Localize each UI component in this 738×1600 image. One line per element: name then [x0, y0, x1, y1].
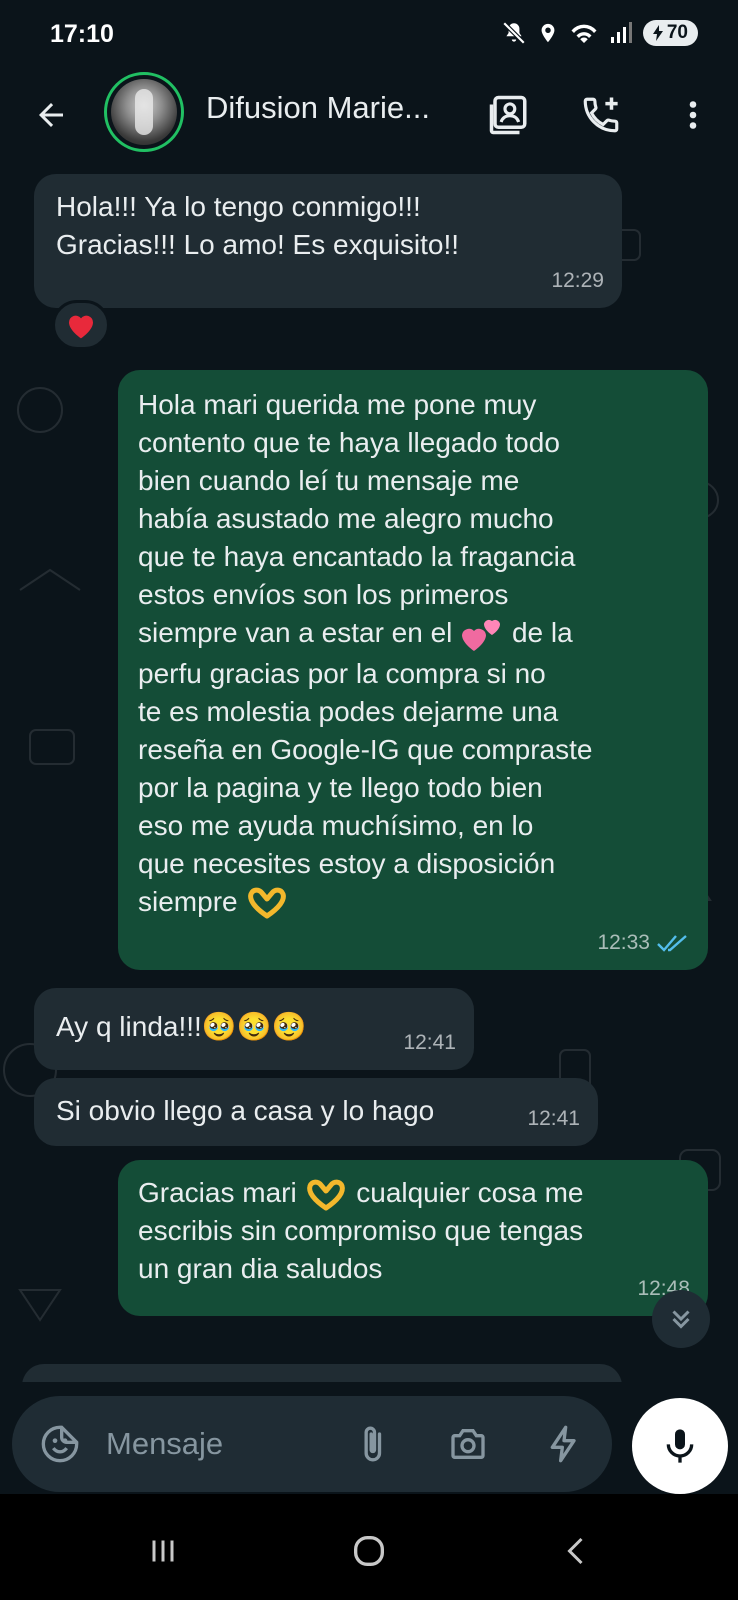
message-time: 12:41: [403, 1031, 456, 1054]
back-button[interactable]: [26, 90, 76, 140]
message-bubble-incoming-partial[interactable]: [22, 1364, 622, 1382]
heart-hands-icon: [248, 887, 287, 919]
sticker-button[interactable]: [36, 1420, 84, 1468]
recents-icon: [152, 1540, 174, 1562]
message-text: Hola!!! Ya lo tengo conmigo!!! Gracias!!…: [56, 191, 460, 260]
voice-message-button[interactable]: [632, 1398, 728, 1494]
status-time: 17:10: [50, 20, 114, 48]
battery-level: 70: [666, 22, 688, 43]
message-text: Si obvio llego a casa y lo hago: [56, 1095, 435, 1126]
sticker-icon: [41, 1425, 79, 1463]
message-time: 12:29: [551, 269, 604, 292]
home-button[interactable]: [344, 1526, 394, 1576]
signal-icon: [610, 22, 632, 43]
message-meta: 12:29: [551, 262, 604, 300]
back-icon: [567, 1537, 583, 1565]
message-meta: 12:33: [597, 924, 690, 962]
attach-button[interactable]: [348, 1420, 396, 1468]
message-composer: [12, 1396, 612, 1492]
message-text: Gracias mari cualquier cosa me escribis …: [138, 1177, 584, 1284]
back-arrow-icon: [39, 103, 63, 127]
status-bar: 17:10 70: [0, 0, 738, 72]
chat-header: Difusion Marie...: [0, 72, 738, 170]
location-icon: [541, 23, 555, 43]
message-bubble-outgoing[interactable]: Hola mari querida me pone muy contento q…: [118, 370, 708, 970]
bolt-icon: [550, 1425, 576, 1463]
system-navigation-bar: [0, 1494, 738, 1600]
recents-button[interactable]: [138, 1526, 188, 1576]
more-options-button[interactable]: [668, 90, 718, 140]
contact-avatar-ring[interactable]: [104, 72, 184, 152]
message-bubble-incoming[interactable]: Ay q linda!!!🥹🥹🥹 12:41: [34, 988, 474, 1070]
camera-icon: [451, 1429, 485, 1459]
message-input[interactable]: [106, 1420, 336, 1468]
message-time: 12:41: [527, 1107, 580, 1130]
system-back-button[interactable]: [552, 1526, 602, 1576]
status-icons: 70: [501, 20, 698, 46]
camera-button[interactable]: [444, 1420, 492, 1468]
scroll-to-bottom-button[interactable]: [652, 1290, 710, 1348]
read-double-check-icon: [657, 935, 687, 952]
add-call-icon: [583, 97, 619, 133]
attach-icon: [364, 1426, 382, 1462]
chat-area[interactable]: Hola!!! Ya lo tengo conmigo!!! Gracias!!…: [0, 170, 738, 1382]
wifi-icon: [571, 24, 597, 43]
mute-icon: [502, 21, 526, 45]
message-text: Ay q linda!!!🥹🥹🥹: [56, 1011, 307, 1042]
reaction-badge[interactable]: [52, 300, 110, 350]
message-bubble-incoming[interactable]: Si obvio llego a casa y lo hago 12:41: [34, 1078, 598, 1146]
message-bubble-outgoing[interactable]: Gracias mari cualquier cosa me escribis …: [118, 1160, 708, 1316]
message-meta: 12:41: [527, 1100, 580, 1138]
two-hearts-icon: [462, 619, 501, 651]
add-call-button[interactable]: [576, 90, 626, 140]
contact-card-icon: [489, 95, 527, 135]
avatar: [111, 79, 177, 145]
heart-hands-icon: [307, 1179, 346, 1211]
home-icon: [354, 1536, 384, 1566]
message-meta: 12:41: [403, 1024, 456, 1062]
message-time: 12:33: [597, 931, 650, 954]
mic-icon: [666, 1429, 694, 1463]
chat-title[interactable]: Difusion Marie...: [206, 90, 430, 126]
red-heart-icon: [69, 315, 93, 339]
battery-icon: 70: [642, 20, 698, 46]
quick-reply-button[interactable]: [540, 1420, 588, 1468]
double-chevron-down-icon: [672, 1310, 690, 1329]
message-text: Hola mari querida me pone muy contento q…: [138, 386, 688, 921]
more-vert-icon: [689, 101, 697, 129]
message-bubble-incoming[interactable]: Hola!!! Ya lo tengo conmigo!!! Gracias!!…: [34, 174, 622, 308]
contact-card-button[interactable]: [484, 90, 534, 140]
